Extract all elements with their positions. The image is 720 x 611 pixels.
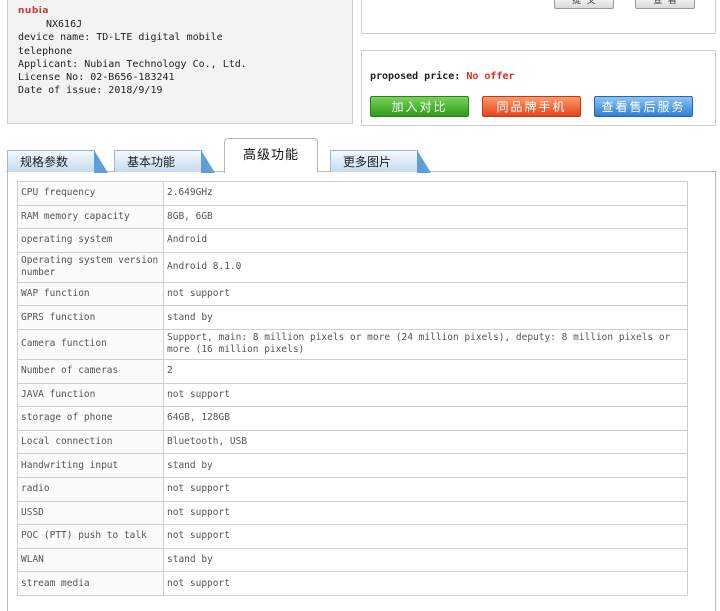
- spec-key: radio: [17, 476, 164, 502]
- price-value: No offer: [466, 71, 515, 82]
- spec-value: 64GB, 128GB: [163, 406, 688, 431]
- spec-table-panel: CPU frequency 2.649GHz RAM memory capacity…: [7, 171, 716, 611]
- after-sales-button[interactable]: 查看售后服务: [594, 96, 693, 117]
- spec-table: CPU frequency 2.649GHz RAM memory capacity…: [17, 181, 688, 596]
- issue-date-line: Date of issue: 2018/9/19: [18, 85, 163, 97]
- same-brand-button[interactable]: 同品牌手机: [482, 96, 581, 117]
- submit-button[interactable]: 提 交: [554, 0, 614, 9]
- tab-bar: 规格参数 基本功能 高级功能 更多图片: [0, 138, 720, 174]
- add-compare-button[interactable]: 加入对比: [370, 96, 469, 117]
- spec-value: 8GB, 6GB: [163, 204, 688, 230]
- spec-value: stand by: [163, 547, 688, 573]
- nubia-logo: nubia: [18, 6, 49, 16]
- spec-value: Bluetooth, USB: [163, 429, 688, 455]
- spec-row: Handwriting input stand by: [17, 453, 688, 478]
- spec-row: radio not support: [17, 476, 688, 502]
- model-number: NX616J: [46, 19, 83, 30]
- spec-key: Number of cameras: [17, 358, 164, 384]
- tab-specs[interactable]: 规格参数: [7, 150, 108, 173]
- spec-row: POC (PTT) push to talk not support: [17, 524, 688, 549]
- spec-value: 2.649GHz: [163, 181, 688, 206]
- price-panel: proposed price: No offer 加入对比 同品牌手机 查看售后…: [361, 50, 716, 126]
- spec-row: GPRS function stand by: [17, 305, 688, 330]
- applicant-line: Applicant: Nubian Technology Co., Ltd.: [18, 58, 247, 70]
- device-info-panel: nubia NX616J device name: TD-LTE digital…: [7, 0, 353, 124]
- spec-key: JAVA function: [17, 382, 164, 408]
- spec-key: POC (PTT) push to talk: [17, 524, 164, 549]
- spec-key: Local connection: [17, 429, 164, 455]
- spec-value: Android: [163, 228, 688, 253]
- spec-row: Number of cameras 2: [17, 358, 688, 384]
- spec-row: Local connection Bluetooth, USB: [17, 429, 688, 455]
- spec-row: storage of phone 64GB, 128GB: [17, 406, 688, 431]
- view-button[interactable]: 查 看: [635, 0, 695, 9]
- spec-key: operating system: [17, 228, 164, 253]
- spec-row: CPU frequency 2.649GHz: [17, 181, 688, 206]
- spec-value: not support: [163, 571, 688, 596]
- spec-key: USSD: [17, 500, 164, 526]
- price-row: proposed price: No offer: [370, 71, 515, 82]
- spec-value: stand by: [163, 305, 688, 330]
- tab-images[interactable]: 更多图片: [330, 150, 431, 173]
- spec-key: GPRS function: [17, 305, 164, 330]
- spec-key: Camera function: [17, 328, 164, 360]
- spec-key: CPU frequency: [17, 181, 164, 206]
- device-name-line-cont: telephone: [18, 45, 73, 57]
- device-name-line: device name: TD-LTE digital mobile: [18, 32, 223, 44]
- tab-basic[interactable]: 基本功能: [114, 150, 215, 173]
- spec-row: Operating system version number Android 8…: [17, 251, 688, 283]
- spec-row: JAVA function not support: [17, 382, 688, 408]
- price-label: proposed price:: [370, 71, 461, 82]
- spec-value: stand by: [163, 453, 688, 478]
- spec-key: Handwriting input: [17, 453, 164, 478]
- spec-row: WAP function not support: [17, 281, 688, 307]
- spec-value: not support: [163, 476, 688, 502]
- spec-key: Operating system version number: [17, 251, 164, 283]
- top-action-box: 提 交 查 看: [361, 0, 716, 34]
- spec-value: Android 8.1.0: [163, 251, 688, 283]
- spec-key: WLAN: [17, 547, 164, 573]
- spec-key: RAM memory capacity: [17, 204, 164, 230]
- spec-key: storage of phone: [17, 406, 164, 431]
- spec-value: Support, main: 8 million pixels or more …: [163, 328, 688, 360]
- spec-row: USSD not support: [17, 500, 688, 526]
- spec-key: stream media: [17, 571, 164, 596]
- spec-row: stream media not support: [17, 571, 688, 596]
- spec-key: WAP function: [17, 281, 164, 307]
- spec-value: 2: [163, 358, 688, 384]
- spec-value: not support: [163, 281, 688, 307]
- spec-row: Camera function Support, main: 8 million …: [17, 328, 688, 360]
- spec-row: operating system Android: [17, 228, 688, 253]
- license-line: License No: 02-B656-183241: [18, 72, 175, 84]
- spec-value: not support: [163, 500, 688, 526]
- tab-advanced[interactable]: 高级功能: [224, 138, 318, 173]
- spec-row: WLAN stand by: [17, 547, 688, 573]
- spec-row: RAM memory capacity 8GB, 6GB: [17, 204, 688, 230]
- spec-value: not support: [163, 524, 688, 549]
- spec-value: not support: [163, 382, 688, 408]
